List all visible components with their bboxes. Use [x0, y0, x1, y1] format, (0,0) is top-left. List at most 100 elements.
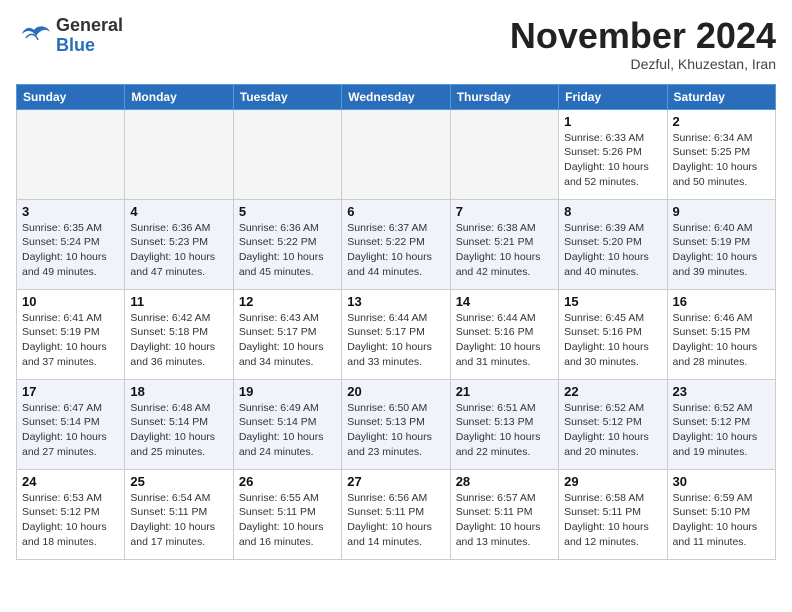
day-number: 11 [130, 294, 227, 309]
day-info: Sunrise: 6:45 AM Sunset: 5:16 PM Dayligh… [564, 311, 661, 370]
calendar-day-cell: 28 Sunrise: 6:57 AM Sunset: 5:11 PM Dayli… [450, 469, 558, 559]
calendar-day-cell: 24 Sunrise: 6:53 AM Sunset: 5:12 PM Dayli… [17, 469, 125, 559]
calendar-day-cell: 13 Sunrise: 6:44 AM Sunset: 5:17 PM Dayli… [342, 289, 450, 379]
day-number: 21 [456, 384, 553, 399]
day-number: 25 [130, 474, 227, 489]
day-number: 24 [22, 474, 119, 489]
day-info: Sunrise: 6:43 AM Sunset: 5:17 PM Dayligh… [239, 311, 336, 370]
day-number: 4 [130, 204, 227, 219]
calendar-day-cell: 17 Sunrise: 6:47 AM Sunset: 5:14 PM Dayli… [17, 379, 125, 469]
calendar-header-row: SundayMondayTuesdayWednesdayThursdayFrid… [17, 84, 776, 109]
logo-blue-text: Blue [56, 35, 95, 55]
day-number: 19 [239, 384, 336, 399]
day-number: 17 [22, 384, 119, 399]
calendar-day-cell [450, 109, 558, 199]
weekday-header: Tuesday [233, 84, 341, 109]
calendar-week-row: 24 Sunrise: 6:53 AM Sunset: 5:12 PM Dayli… [17, 469, 776, 559]
day-info: Sunrise: 6:47 AM Sunset: 5:14 PM Dayligh… [22, 401, 119, 460]
day-number: 28 [456, 474, 553, 489]
calendar-week-row: 17 Sunrise: 6:47 AM Sunset: 5:14 PM Dayli… [17, 379, 776, 469]
calendar-day-cell: 8 Sunrise: 6:39 AM Sunset: 5:20 PM Daylig… [559, 199, 667, 289]
day-number: 3 [22, 204, 119, 219]
calendar-week-row: 10Sunrise: 6:41 AM Sunset: 5:19 PM Dayli… [17, 289, 776, 379]
calendar-day-cell: 21 Sunrise: 6:51 AM Sunset: 5:13 PM Dayli… [450, 379, 558, 469]
day-info: Sunrise: 6:51 AM Sunset: 5:13 PM Dayligh… [456, 401, 553, 460]
day-info: Sunrise: 6:40 AM Sunset: 5:19 PM Dayligh… [673, 221, 770, 280]
weekday-header: Monday [125, 84, 233, 109]
day-number: 20 [347, 384, 444, 399]
day-number: 12 [239, 294, 336, 309]
day-info: Sunrise: 6:44 AM Sunset: 5:17 PM Dayligh… [347, 311, 444, 370]
day-info: Sunrise: 6:58 AM Sunset: 5:11 PM Dayligh… [564, 491, 661, 550]
day-number: 30 [673, 474, 770, 489]
day-info: Sunrise: 6:35 AM Sunset: 5:24 PM Dayligh… [22, 221, 119, 280]
day-number: 15 [564, 294, 661, 309]
day-number: 1 [564, 114, 661, 129]
day-info: Sunrise: 6:42 AM Sunset: 5:18 PM Dayligh… [130, 311, 227, 370]
day-number: 16 [673, 294, 770, 309]
calendar-day-cell: 19 Sunrise: 6:49 AM Sunset: 5:14 PM Dayli… [233, 379, 341, 469]
calendar-day-cell: 14 Sunrise: 6:44 AM Sunset: 5:16 PM Dayli… [450, 289, 558, 379]
location-subtitle: Dezful, Khuzestan, Iran [510, 56, 776, 72]
calendar-day-cell: 22Sunrise: 6:52 AM Sunset: 5:12 PM Dayli… [559, 379, 667, 469]
day-number: 9 [673, 204, 770, 219]
day-number: 23 [673, 384, 770, 399]
calendar-day-cell: 20 Sunrise: 6:50 AM Sunset: 5:13 PM Dayli… [342, 379, 450, 469]
logo: General Blue [16, 16, 123, 56]
calendar-week-row: 3 Sunrise: 6:35 AM Sunset: 5:24 PM Daylig… [17, 199, 776, 289]
day-info: Sunrise: 6:36 AM Sunset: 5:22 PM Dayligh… [239, 221, 336, 280]
calendar-day-cell: 11 Sunrise: 6:42 AM Sunset: 5:18 PM Dayli… [125, 289, 233, 379]
page-header: General Blue November 2024 Dezful, Khuze… [16, 16, 776, 72]
calendar-day-cell: 1 Sunrise: 6:33 AM Sunset: 5:26 PM Daylig… [559, 109, 667, 199]
calendar-day-cell: 26 Sunrise: 6:55 AM Sunset: 5:11 PM Dayli… [233, 469, 341, 559]
day-info: Sunrise: 6:50 AM Sunset: 5:13 PM Dayligh… [347, 401, 444, 460]
day-number: 13 [347, 294, 444, 309]
day-info: Sunrise: 6:52 AM Sunset: 5:12 PM Dayligh… [673, 401, 770, 460]
calendar-day-cell: 4Sunrise: 6:36 AM Sunset: 5:23 PM Daylig… [125, 199, 233, 289]
day-info: Sunrise: 6:48 AM Sunset: 5:14 PM Dayligh… [130, 401, 227, 460]
calendar-day-cell: 9 Sunrise: 6:40 AM Sunset: 5:19 PM Daylig… [667, 199, 775, 289]
day-info: Sunrise: 6:46 AM Sunset: 5:15 PM Dayligh… [673, 311, 770, 370]
day-number: 6 [347, 204, 444, 219]
calendar-week-row: 1 Sunrise: 6:33 AM Sunset: 5:26 PM Daylig… [17, 109, 776, 199]
calendar-day-cell: 12 Sunrise: 6:43 AM Sunset: 5:17 PM Dayli… [233, 289, 341, 379]
day-info: Sunrise: 6:55 AM Sunset: 5:11 PM Dayligh… [239, 491, 336, 550]
calendar-day-cell: 16 Sunrise: 6:46 AM Sunset: 5:15 PM Dayli… [667, 289, 775, 379]
calendar-day-cell [233, 109, 341, 199]
day-number: 8 [564, 204, 661, 219]
title-block: November 2024 Dezful, Khuzestan, Iran [510, 16, 776, 72]
calendar-table: SundayMondayTuesdayWednesdayThursdayFrid… [16, 84, 776, 560]
calendar-day-cell: 29 Sunrise: 6:58 AM Sunset: 5:11 PM Dayli… [559, 469, 667, 559]
weekday-header: Friday [559, 84, 667, 109]
day-number: 5 [239, 204, 336, 219]
day-info: Sunrise: 6:37 AM Sunset: 5:22 PM Dayligh… [347, 221, 444, 280]
weekday-header: Wednesday [342, 84, 450, 109]
calendar-day-cell [342, 109, 450, 199]
day-info: Sunrise: 6:34 AM Sunset: 5:25 PM Dayligh… [673, 131, 770, 190]
weekday-header: Thursday [450, 84, 558, 109]
day-info: Sunrise: 6:49 AM Sunset: 5:14 PM Dayligh… [239, 401, 336, 460]
day-info: Sunrise: 6:44 AM Sunset: 5:16 PM Dayligh… [456, 311, 553, 370]
day-info: Sunrise: 6:41 AM Sunset: 5:19 PM Dayligh… [22, 311, 119, 370]
weekday-header: Saturday [667, 84, 775, 109]
day-number: 18 [130, 384, 227, 399]
day-info: Sunrise: 6:53 AM Sunset: 5:12 PM Dayligh… [22, 491, 119, 550]
calendar-day-cell: 18 Sunrise: 6:48 AM Sunset: 5:14 PM Dayli… [125, 379, 233, 469]
calendar-day-cell: 27 Sunrise: 6:56 AM Sunset: 5:11 PM Dayli… [342, 469, 450, 559]
day-info: Sunrise: 6:59 AM Sunset: 5:10 PM Dayligh… [673, 491, 770, 550]
day-number: 2 [673, 114, 770, 129]
day-number: 27 [347, 474, 444, 489]
weekday-header: Sunday [17, 84, 125, 109]
day-info: Sunrise: 6:56 AM Sunset: 5:11 PM Dayligh… [347, 491, 444, 550]
day-number: 26 [239, 474, 336, 489]
day-number: 14 [456, 294, 553, 309]
day-info: Sunrise: 6:33 AM Sunset: 5:26 PM Dayligh… [564, 131, 661, 190]
day-info: Sunrise: 6:57 AM Sunset: 5:11 PM Dayligh… [456, 491, 553, 550]
day-info: Sunrise: 6:54 AM Sunset: 5:11 PM Dayligh… [130, 491, 227, 550]
day-info: Sunrise: 6:52 AM Sunset: 5:12 PM Dayligh… [564, 401, 661, 460]
calendar-day-cell [17, 109, 125, 199]
calendar-day-cell: 15 Sunrise: 6:45 AM Sunset: 5:16 PM Dayli… [559, 289, 667, 379]
day-info: Sunrise: 6:39 AM Sunset: 5:20 PM Dayligh… [564, 221, 661, 280]
calendar-day-cell: 23 Sunrise: 6:52 AM Sunset: 5:12 PM Dayli… [667, 379, 775, 469]
day-number: 29 [564, 474, 661, 489]
